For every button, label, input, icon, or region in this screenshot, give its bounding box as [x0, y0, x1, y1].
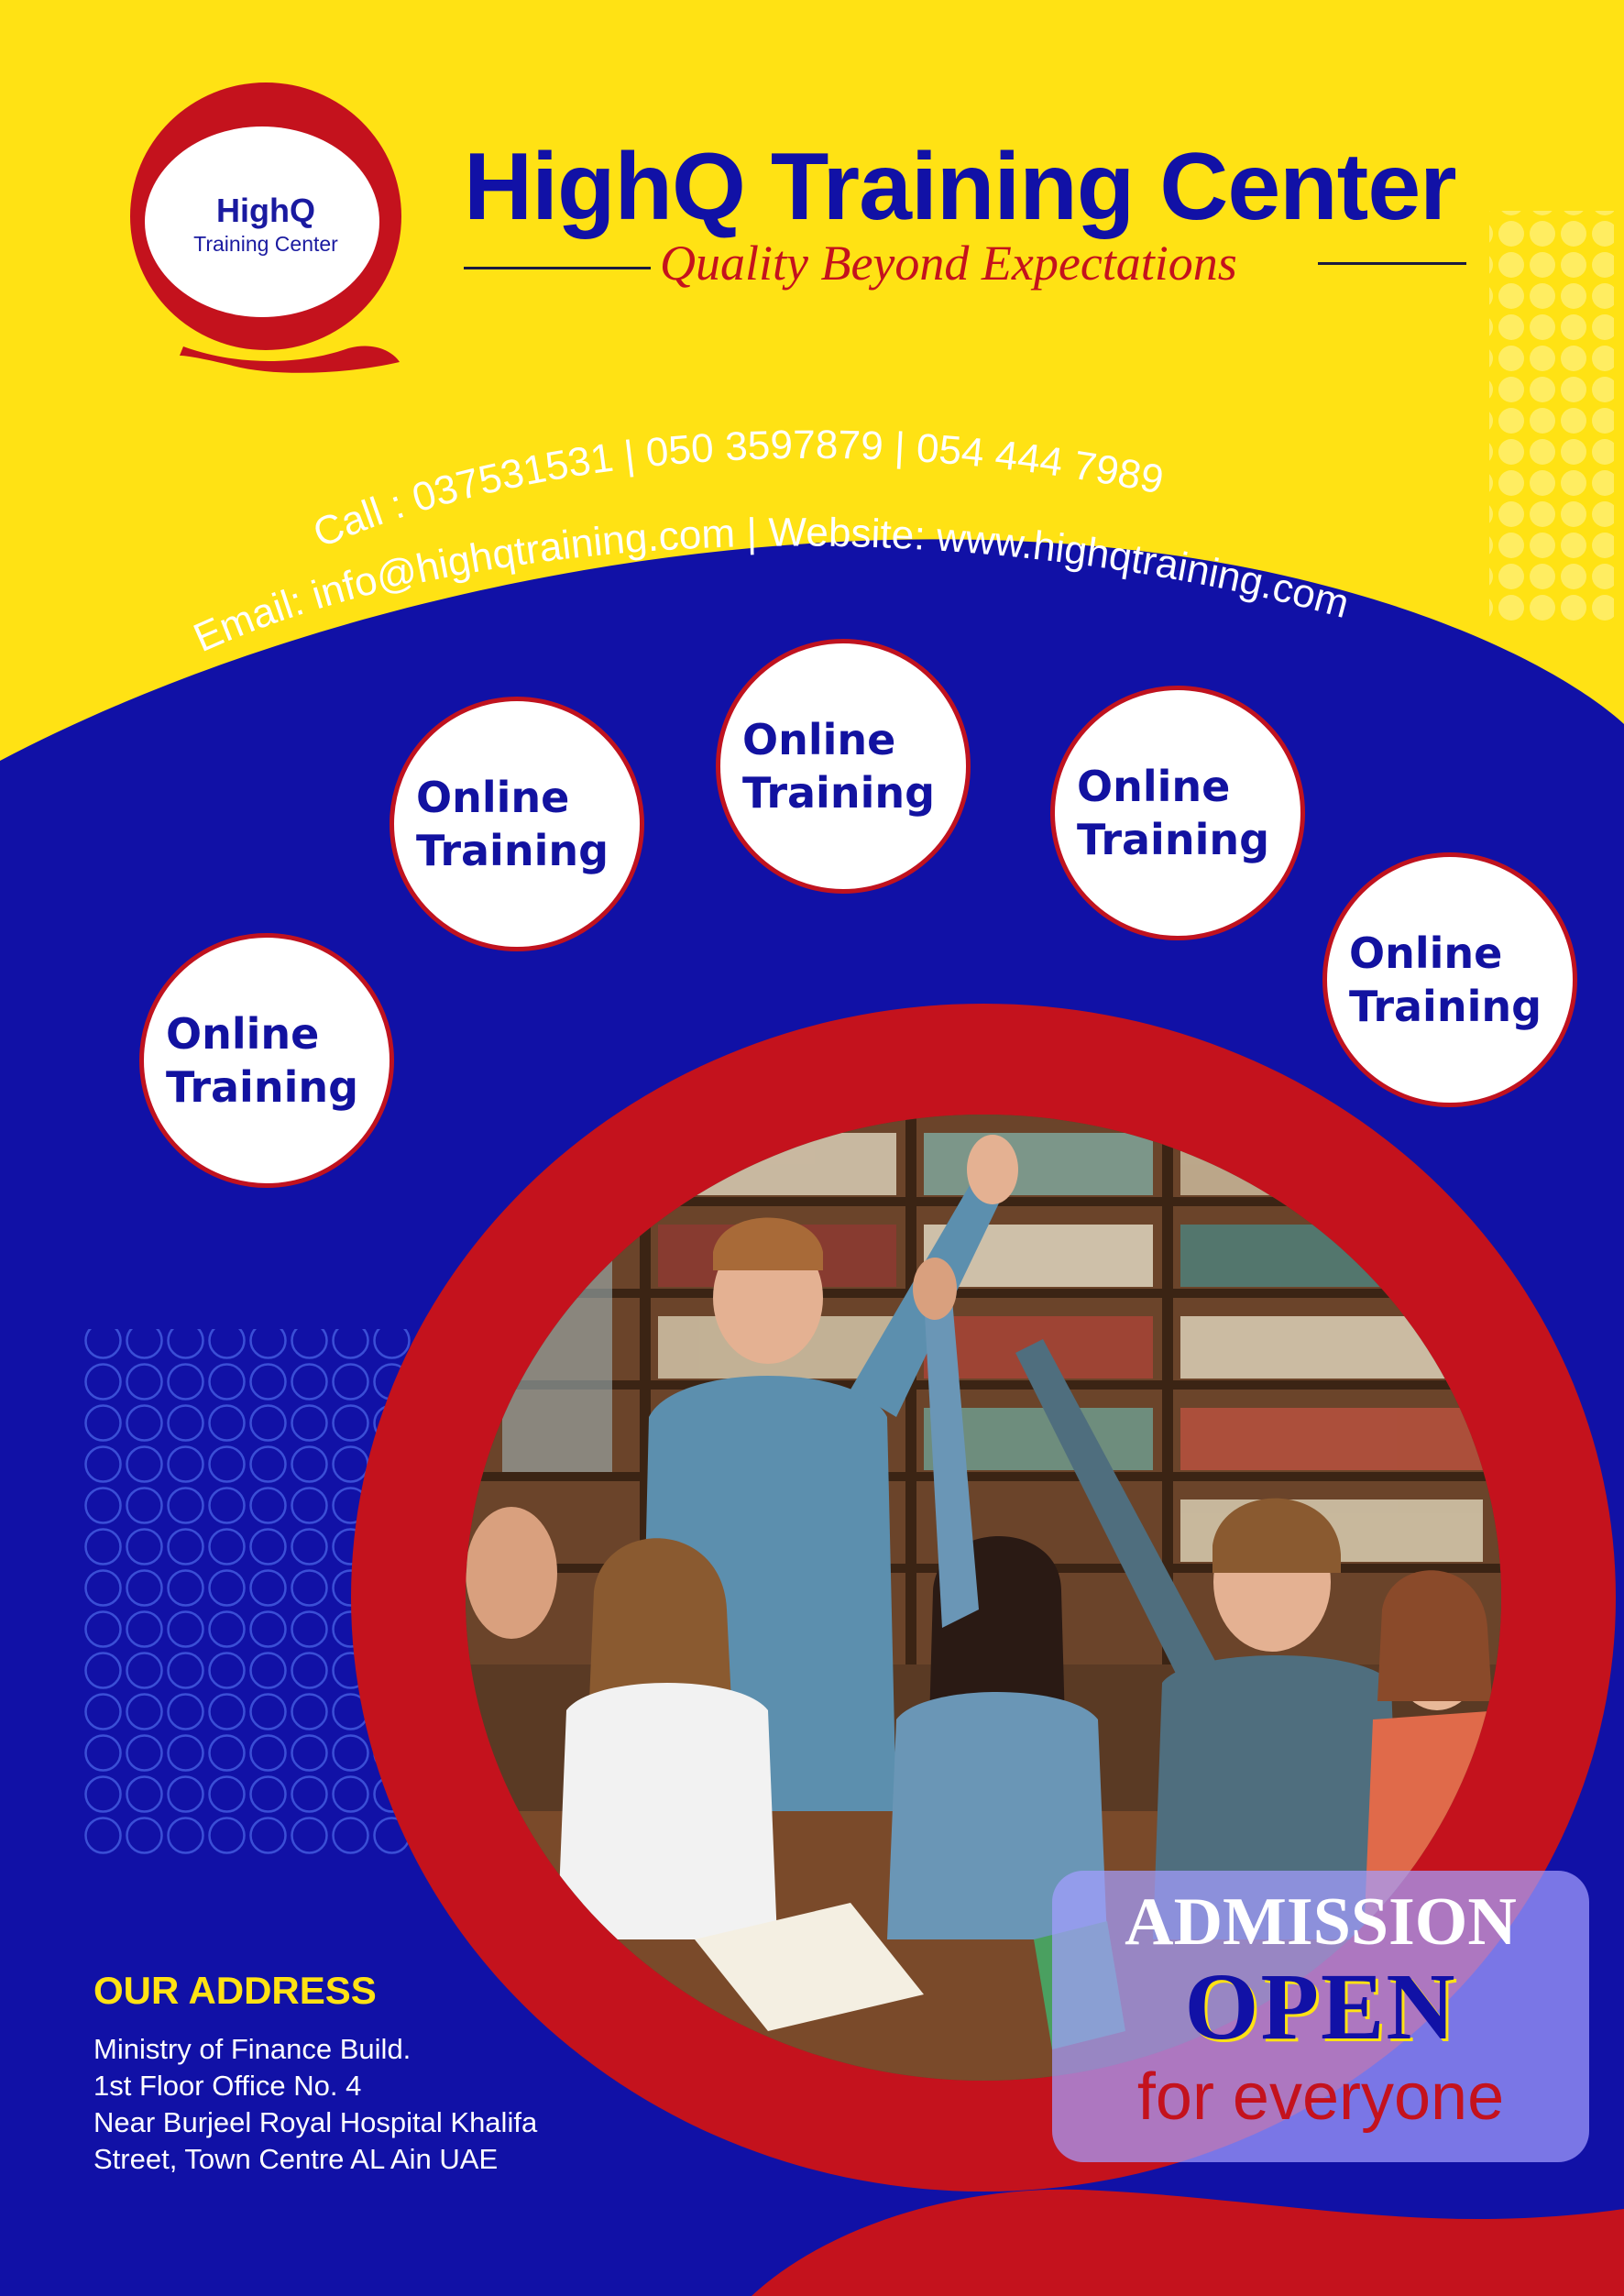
online-training-bubble-3: Online Training	[1050, 686, 1305, 940]
tagline-divider-right	[1318, 262, 1466, 265]
bubble-label: Online Training	[416, 773, 609, 875]
admission-label: ADMISSION	[1125, 1884, 1517, 1960]
dot-pattern	[1489, 211, 1614, 623]
logo: HighQ Training Center	[137, 191, 394, 257]
online-training-bubble-4: Online Training	[1322, 852, 1577, 1107]
address-title: OUR ADDRESS	[93, 1969, 377, 2012]
address-line-3: Near Burjeel Royal Hospital Khalifa	[93, 2106, 538, 2138]
address-line-4: Street, Town Centre AL Ain UAE	[93, 2143, 499, 2175]
tagline-divider-left	[464, 267, 651, 269]
online-training-bubble-1: Online Training	[390, 697, 644, 951]
online-training-bubble-5: Online Training	[139, 933, 394, 1188]
logo-subtitle: Training Center	[193, 232, 338, 256]
page-title: HighQ Training Center	[464, 134, 1457, 240]
address-line-1: Ministry of Finance Build.	[93, 2033, 411, 2065]
address-line-2: 1st Floor Office No. 4	[93, 2070, 362, 2102]
bubble-label: Online Training	[166, 1009, 359, 1112]
tagline: Quality Beyond Expectations	[660, 236, 1237, 291]
logo-brand: HighQ	[216, 192, 315, 229]
online-training-bubble-2: Online Training	[716, 639, 971, 894]
bubble-label: Online Training	[742, 715, 936, 818]
bubble-label: Online Training	[1077, 762, 1270, 864]
admission-open-label: OPEN	[1184, 1954, 1457, 2060]
bubble-label: Online Training	[1349, 928, 1542, 1031]
admission-everyone-label: for everyone	[1136, 2060, 1505, 2134]
